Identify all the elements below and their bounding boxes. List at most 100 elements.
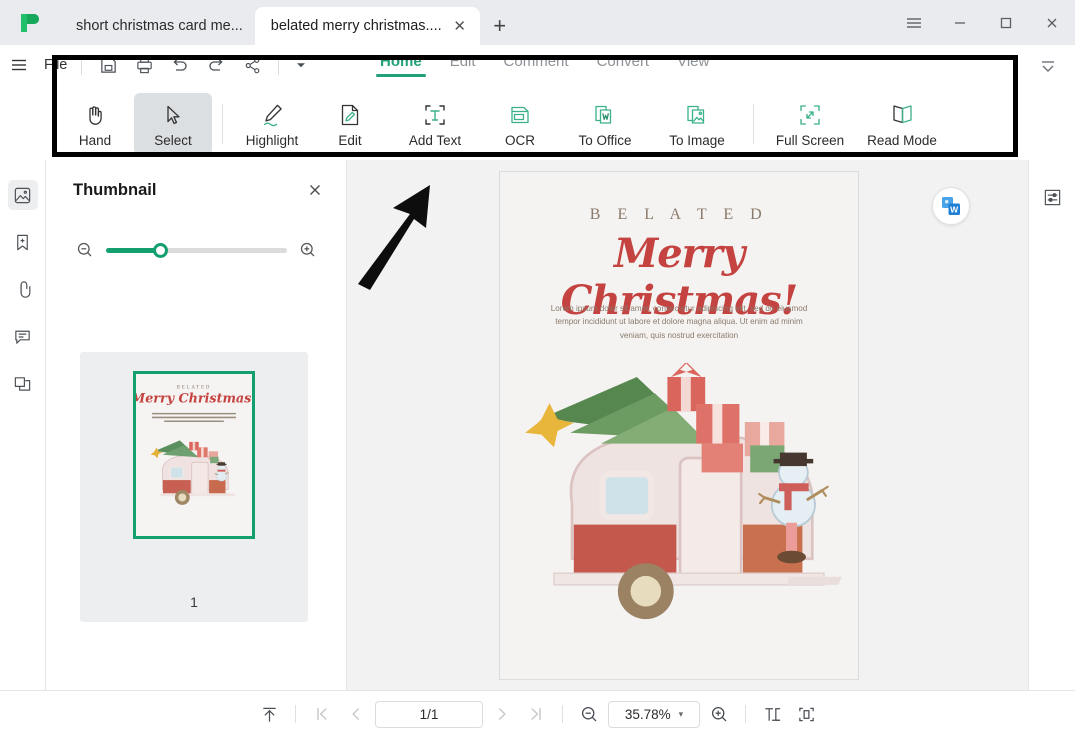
close-icon[interactable]: ✕ [452,19,468,34]
scroll-to-top-icon[interactable] [254,699,284,729]
comment-icon[interactable] [8,321,38,351]
hamburger-menu-icon[interactable] [0,56,38,74]
ribbon-tab-view[interactable]: View [677,53,709,77]
tool-to-office[interactable]: To Office [559,93,651,155]
first-page-icon[interactable] [307,699,337,729]
divider [753,104,754,144]
hand-icon [82,100,108,128]
new-tab-button[interactable]: + [480,7,520,45]
tool-select[interactable]: Select [134,93,212,155]
divider [81,55,83,75]
thumbnail-icon[interactable] [7,180,38,210]
divider [222,104,223,144]
zoom-out-icon[interactable] [574,699,604,729]
to-image-icon [684,100,710,128]
tool-add-text[interactable]: Add Text [389,93,481,155]
paperclip-icon[interactable] [8,274,38,304]
thumbnail-zoom-controls [46,232,347,268]
chevron-down-icon[interactable] [287,50,315,80]
divider [562,705,563,723]
undo-icon[interactable] [162,50,198,80]
status-bar: 1/1 35.78% ▾ [0,690,1075,737]
divider [278,55,280,75]
close-icon[interactable] [303,178,327,202]
tool-full-screen[interactable]: Full Screen [764,93,856,155]
collapse-ribbon-icon[interactable] [1031,52,1065,82]
zoom-in-icon[interactable] [704,699,734,729]
slider-knob[interactable] [153,242,169,258]
tool-highlight[interactable]: Highlight [233,93,311,155]
svg-text:Merry Christmas!: Merry Christmas! [136,392,252,407]
next-page-icon[interactable] [487,699,517,729]
redo-icon[interactable] [198,50,234,80]
browser-tab-bar: short christmas card me... belated merry… [0,0,1075,45]
ribbon-tab-home[interactable]: Home [376,53,426,77]
tab-belated-merry-christmas[interactable]: belated merry christmas.... ✕ [254,7,480,45]
tool-label: Hand [78,133,112,148]
close-icon[interactable] [1029,0,1075,45]
share-icon[interactable] [234,50,270,80]
zoom-level-select[interactable]: 35.78% ▾ [608,700,700,728]
tab-short-christmas-card[interactable]: short christmas card me... [60,7,255,45]
tool-label: Highlight [245,133,299,148]
zoom-out-icon[interactable] [74,239,96,261]
tool-to-image[interactable]: To Image [651,93,743,155]
thumbnail-card-art: BELATED Merry Christmas! [136,374,252,536]
ribbon-tab-convert[interactable]: Convert [597,53,650,77]
card-body-text: Lorem ipsum dolor sit amet, consectetur … [550,304,808,340]
bookmark-add-icon[interactable] [8,227,38,257]
divider [295,705,296,723]
left-panel-rail [0,160,46,690]
book-open-icon [889,100,916,128]
tool-hand[interactable]: Hand [56,93,134,155]
tool-read-mode[interactable]: Read Mode [856,93,948,155]
tab-label: belated merry christmas.... [270,18,442,34]
menu-icon[interactable] [891,0,937,45]
zoom-level-value: 35.78% [624,706,671,722]
thumbnail-panel-header: Thumbnail [46,160,347,220]
to-word-icon [592,100,618,128]
ocr-icon [507,100,534,128]
svg-text:BELATED: BELATED [177,386,212,391]
fit-width-icon[interactable] [791,699,821,729]
add-text-icon [422,100,448,128]
window-controls [891,0,1075,45]
maximize-icon[interactable] [983,0,1029,45]
tool-label: Select [154,133,192,148]
document-page[interactable]: B E L A T E D Merry Christmas! Lorem ips… [499,171,859,680]
zoom-in-icon[interactable] [297,239,319,261]
thumbnail-item[interactable]: BELATED Merry Christmas! 1 [80,352,308,622]
save-icon[interactable] [90,50,126,80]
tool-label: Edit [338,133,362,148]
tool-ocr[interactable]: OCR [481,93,559,155]
thumbnail-size-slider[interactable] [106,239,287,261]
ribbon-tab-comment[interactable]: Comment [504,53,569,77]
thumbnail-page-preview[interactable]: BELATED Merry Christmas! [133,371,255,539]
thumbnail-panel: Thumbnail BELATED Merry Christmas! 1 [46,160,347,690]
panel-title: Thumbnail [73,180,157,199]
app-logo [0,0,60,45]
document-viewport[interactable]: B E L A T E D Merry Christmas! Lorem ips… [347,160,1028,690]
last-page-icon[interactable] [521,699,551,729]
minimize-icon[interactable] [937,0,983,45]
highlighter-pen-icon [259,100,286,128]
ribbon-tab-strip: Home Edit Comment Convert View [376,53,709,77]
tool-label: OCR [505,133,535,148]
svg-text:W: W [950,205,959,215]
fullscreen-icon [797,100,823,128]
chevron-down-icon[interactable]: ▾ [679,709,684,720]
pdf-to-word-icon[interactable]: W [932,187,970,225]
file-menu[interactable]: File [38,57,73,73]
prev-page-icon[interactable] [341,699,371,729]
page-indicator[interactable]: 1/1 [375,700,483,728]
fit-page-icon[interactable] [757,699,787,729]
ribbon-tab-edit[interactable]: Edit [450,53,476,77]
tool-edit[interactable]: Edit [311,93,389,155]
edit-document-icon [337,100,363,128]
print-icon[interactable] [126,50,162,80]
layers-icon[interactable] [8,368,38,398]
sliders-icon[interactable] [1037,182,1067,212]
thumbnail-page-number: 1 [190,594,198,610]
home-toolbar: Hand Select Highlight Edit Add Text OCR … [0,88,1075,160]
tool-label: To Office [578,133,632,148]
